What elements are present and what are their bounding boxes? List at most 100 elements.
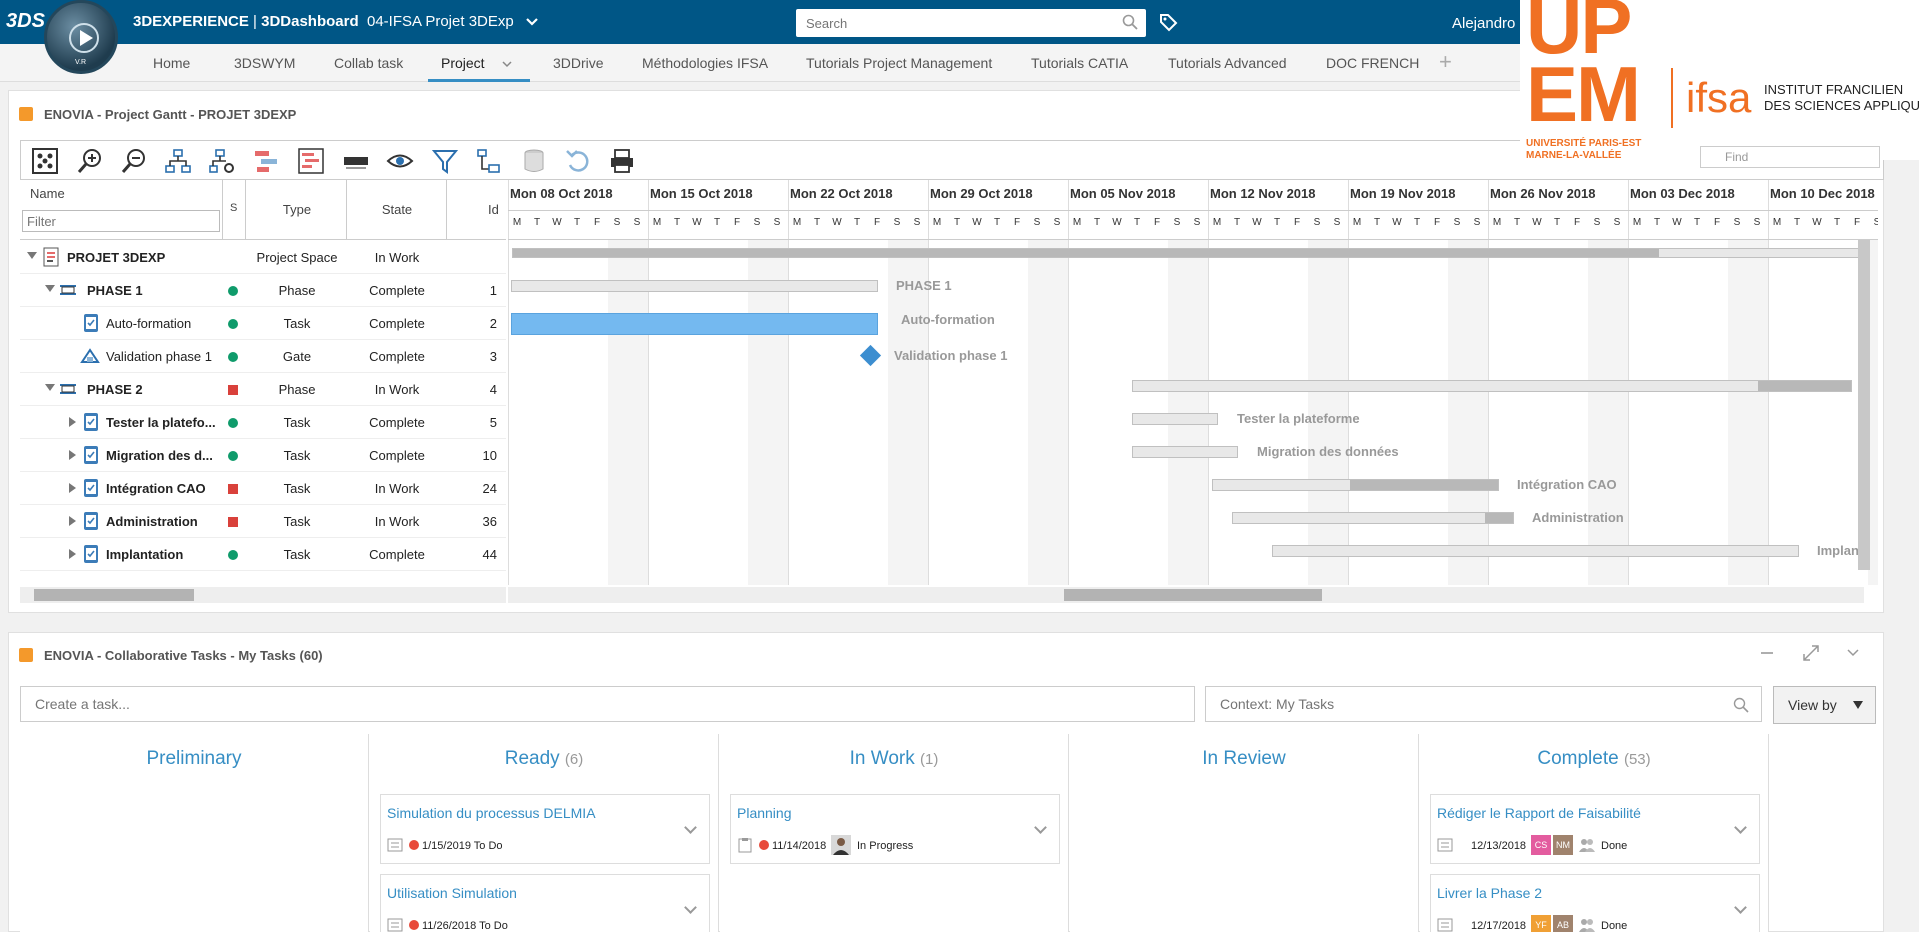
task-card[interactable]: Utilisation Simulation 11/26/2018 To Do: [380, 874, 710, 932]
expand-icon[interactable]: [69, 516, 76, 526]
add-tab-icon[interactable]: +: [1439, 49, 1452, 75]
collapse-icon[interactable]: [45, 285, 55, 292]
task-card[interactable]: Planning 11/14/2018 In Progress: [730, 794, 1060, 864]
column-header-status[interactable]: S: [230, 202, 238, 214]
assignee-avatar[interactable]: CS: [1531, 835, 1551, 855]
tab-tutorials-advanced[interactable]: Tutorials Advanced: [1168, 55, 1287, 71]
expand-icon[interactable]: [69, 417, 76, 427]
migration-bar[interactable]: [1132, 446, 1238, 458]
table-view-icon[interactable]: [297, 147, 325, 175]
undo-icon[interactable]: [564, 147, 592, 175]
print-icon[interactable]: [608, 147, 636, 175]
panel-chevron-down-icon[interactable]: [1847, 648, 1859, 658]
assignee-avatar[interactable]: AB: [1553, 915, 1573, 932]
card-chevron-down-icon[interactable]: [684, 901, 697, 914]
table-row[interactable]: Validation phase 1 Gate Complete 3: [20, 340, 506, 373]
maximize-icon[interactable]: [1802, 644, 1820, 662]
timeline-horizontal-scrollbar[interactable]: [508, 587, 1864, 603]
column-header-state[interactable]: State: [347, 202, 447, 217]
context-search-icon[interactable]: [1733, 697, 1749, 713]
table-row[interactable]: Intégration CAO Task In Work 24: [20, 472, 506, 505]
zoom-in-icon[interactable]: [76, 147, 104, 175]
expand-icon[interactable]: [69, 450, 76, 460]
task-card-title[interactable]: Simulation du processus DELMIA: [387, 805, 596, 821]
assignee-avatar[interactable]: NM: [1553, 835, 1573, 855]
find-input[interactable]: Find: [1700, 146, 1880, 168]
app-title[interactable]: 3DEXPERIENCE | 3DDashboard 04-IFSA Proje…: [133, 13, 514, 30]
compass-button[interactable]: V.R: [44, 0, 118, 74]
task-card-title[interactable]: Planning: [737, 805, 792, 821]
table-row[interactable]: PHASE 2 Phase In Work 4: [20, 373, 506, 406]
table-row[interactable]: Auto-formation Task Complete 2: [20, 307, 506, 340]
gate-milestone-diamond[interactable]: [859, 344, 882, 367]
grid-scroll-thumb[interactable]: [34, 589, 194, 601]
tab-home[interactable]: Home: [153, 55, 190, 71]
collapse-icon[interactable]: [45, 384, 55, 391]
grid-horizontal-scrollbar[interactable]: [20, 587, 506, 603]
table-row[interactable]: Tester la platefo... Task Complete 5: [20, 406, 506, 439]
search-box[interactable]: [796, 9, 1146, 37]
collapse-icon[interactable]: [27, 252, 37, 259]
create-task-input[interactable]: [20, 686, 1195, 722]
search-icon[interactable]: [1122, 14, 1138, 30]
expand-icon[interactable]: [69, 549, 76, 559]
tab-methodologies-ifsa[interactable]: Méthodologies IFSA: [642, 55, 768, 71]
column-header-type[interactable]: Type: [247, 202, 347, 217]
task-card-title[interactable]: Livrer la Phase 2: [1437, 885, 1542, 901]
card-chevron-down-icon[interactable]: [684, 821, 697, 834]
phase2-bar[interactable]: [1132, 380, 1852, 392]
tab-project[interactable]: Project: [441, 55, 485, 71]
task-card[interactable]: Rédiger le Rapport de Faisabilité 12/13/…: [1430, 794, 1760, 864]
baseline-icon[interactable]: [342, 147, 370, 175]
table-row[interactable]: PHASE 1 Phase Complete 1: [20, 274, 506, 307]
gantt-bars-icon[interactable]: [253, 147, 281, 175]
table-row[interactable]: Migration des d... Task Complete 10: [20, 439, 506, 472]
avatar[interactable]: [831, 835, 851, 855]
tab-tutorials-project-management[interactable]: Tutorials Project Management: [806, 55, 992, 71]
column-header-id[interactable]: Id: [488, 202, 499, 217]
task-card[interactable]: Livrer la Phase 2 12/17/2018 YF AB Done: [1430, 874, 1760, 932]
assignee-avatar[interactable]: YF: [1531, 915, 1551, 932]
table-row[interactable]: PROJET 3DEXP Project Space In Work: [20, 241, 506, 274]
tab-tutorials-catia[interactable]: Tutorials CATIA: [1031, 55, 1128, 71]
view-by-button[interactable]: View by: [1773, 686, 1876, 724]
tab-doc-french[interactable]: DOC FRENCH: [1326, 55, 1419, 71]
card-chevron-down-icon[interactable]: [1034, 821, 1047, 834]
eye-settings-icon[interactable]: [386, 147, 414, 175]
user-name[interactable]: Alejandro: [1452, 15, 1515, 32]
timeline-scroll-thumb[interactable]: [1064, 589, 1322, 601]
search-input[interactable]: [796, 9, 1096, 37]
tab-3dswym[interactable]: 3DSWYM: [234, 55, 295, 71]
fit-all-icon[interactable]: [31, 147, 59, 175]
hierarchy-settings-icon[interactable]: [208, 147, 236, 175]
tester-bar[interactable]: [1132, 413, 1218, 425]
task-card-title[interactable]: Rédiger le Rapport de Faisabilité: [1437, 805, 1641, 821]
task-card[interactable]: Simulation du processus DELMIA 1/15/2019…: [380, 794, 710, 864]
project-bar[interactable]: [512, 248, 1862, 258]
context-input[interactable]: [1205, 686, 1762, 722]
tab-3ddrive[interactable]: 3DDrive: [553, 55, 604, 71]
card-chevron-down-icon[interactable]: [1734, 901, 1747, 914]
timeline-vertical-scrollbar[interactable]: [1858, 240, 1870, 570]
table-row[interactable]: Administration Task In Work 36: [20, 505, 506, 538]
integration-bar[interactable]: [1212, 479, 1499, 491]
card-chevron-down-icon[interactable]: [1734, 821, 1747, 834]
tab-chevron-down-icon[interactable]: [502, 60, 512, 68]
hierarchy-icon[interactable]: [164, 147, 192, 175]
table-row[interactable]: Implantation Task Complete 44: [20, 538, 506, 571]
name-filter-input[interactable]: [22, 210, 220, 232]
filter-icon[interactable]: [431, 147, 459, 175]
indent-icon[interactable]: [475, 147, 503, 175]
task-card-title[interactable]: Utilisation Simulation: [387, 885, 517, 901]
autoformation-bar[interactable]: [511, 313, 878, 335]
tab-collab-task[interactable]: Collab task: [334, 55, 403, 71]
chevron-down-icon[interactable]: [526, 17, 538, 27]
phase1-bar[interactable]: [511, 280, 878, 292]
zoom-out-icon[interactable]: [120, 147, 148, 175]
column-header-name[interactable]: Name: [30, 186, 65, 201]
database-icon[interactable]: [520, 147, 548, 175]
tag-icon[interactable]: [1158, 12, 1178, 32]
expand-icon[interactable]: [69, 483, 76, 493]
minimize-icon[interactable]: [1759, 645, 1775, 661]
implantation-bar[interactable]: [1272, 545, 1799, 557]
